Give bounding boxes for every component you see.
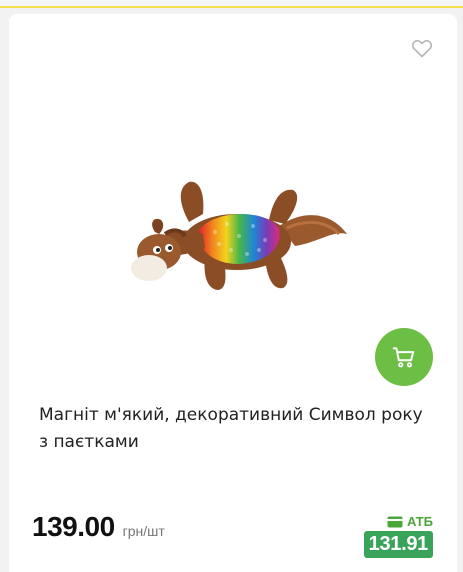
heart-icon — [411, 39, 433, 58]
favorite-button[interactable] — [410, 36, 434, 60]
price-value: 139.00 — [32, 511, 115, 542]
atb-club-price: АТБ 131.91 — [363, 514, 433, 558]
product-image[interactable] — [119, 164, 359, 304]
atb-price: 131.91 — [363, 531, 433, 558]
cart-icon — [392, 347, 415, 368]
regular-price: 139.00 грн/шт — [32, 511, 165, 543]
product-title[interactable]: Магніт м'який, декоративний Символ року … — [39, 402, 434, 456]
wallet-icon — [387, 516, 403, 527]
atb-label-text: АТБ — [406, 514, 433, 529]
top-accent-strip — [0, 0, 463, 8]
add-to-cart-button[interactable] — [375, 328, 433, 386]
price-unit: грн/шт — [122, 523, 165, 539]
atb-label: АТБ — [364, 514, 433, 529]
plush-horse-illustration — [131, 181, 347, 290]
product-card[interactable]: Магніт м'який, декоративний Символ року … — [9, 14, 457, 572]
